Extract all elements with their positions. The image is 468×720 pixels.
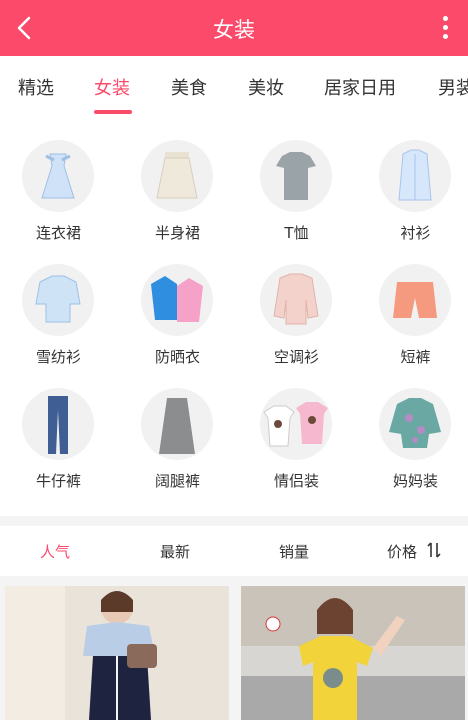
skirt-icon bbox=[141, 140, 213, 212]
sort-newest[interactable]: 最新 bbox=[160, 541, 190, 562]
category-label: 短裤 bbox=[400, 348, 431, 366]
couple-tshirts-icon bbox=[260, 388, 332, 460]
mom-blouse-icon bbox=[379, 388, 451, 460]
cardigan-icon bbox=[260, 264, 332, 336]
subcategory-grid: 连衣裙 半身裙 T恤 衬衫 雪纺衫 防晒衣 空调衫 短裤 牛仔裤 阔腿裤 情侣装… bbox=[0, 118, 468, 516]
category-tshirt[interactable]: T恤 bbox=[238, 118, 355, 242]
shirt-icon bbox=[379, 140, 451, 212]
product-list bbox=[0, 576, 468, 720]
product-card[interactable] bbox=[241, 586, 465, 720]
category-dress[interactable]: 连衣裙 bbox=[0, 118, 117, 242]
active-tab-indicator bbox=[94, 110, 132, 114]
more-vertical-icon[interactable] bbox=[440, 14, 450, 42]
category-tabs: 精选 女装 美食 美妆 居家日用 男装 bbox=[0, 56, 468, 118]
category-label: 雪纺衫 bbox=[35, 348, 81, 366]
category-label: 防晒衣 bbox=[154, 348, 200, 366]
top-bar: 女装 bbox=[0, 0, 468, 56]
tab-mens[interactable]: 男装 bbox=[438, 74, 468, 100]
product-image bbox=[241, 586, 465, 720]
tab-womens[interactable]: 女装 bbox=[94, 74, 130, 100]
category-skirt[interactable]: 半身裙 bbox=[119, 118, 236, 242]
category-chiffon[interactable]: 雪纺衫 bbox=[0, 242, 117, 366]
category-couple[interactable]: 情侣装 bbox=[238, 366, 355, 490]
sort-price[interactable]: 价格 bbox=[387, 541, 417, 562]
category-label: 牛仔裤 bbox=[35, 472, 81, 490]
sort-sales[interactable]: 销量 bbox=[279, 541, 309, 562]
category-shirt[interactable]: 衬衫 bbox=[357, 118, 468, 242]
category-jeans[interactable]: 牛仔裤 bbox=[0, 366, 117, 490]
category-label: 空调衫 bbox=[273, 348, 319, 366]
tab-beauty[interactable]: 美妆 bbox=[248, 74, 284, 100]
category-mom[interactable]: 妈妈装 bbox=[357, 366, 468, 490]
product-image bbox=[5, 586, 229, 720]
dress-icon bbox=[22, 140, 94, 212]
category-cardigan[interactable]: 空调衫 bbox=[238, 242, 355, 366]
jeans-icon bbox=[22, 388, 94, 460]
category-label: 阔腿裤 bbox=[154, 472, 200, 490]
category-shorts[interactable]: 短裤 bbox=[357, 242, 468, 366]
sort-bar: 人气 最新 销量 价格 bbox=[0, 526, 468, 576]
category-label: 衬衫 bbox=[400, 224, 431, 242]
chiffon-blouse-icon bbox=[22, 264, 94, 336]
category-sun-jacket[interactable]: 防晒衣 bbox=[119, 242, 236, 366]
tab-featured[interactable]: 精选 bbox=[18, 74, 54, 100]
tab-home[interactable]: 居家日用 bbox=[324, 74, 396, 100]
tab-food[interactable]: 美食 bbox=[171, 74, 207, 100]
category-label: 半身裙 bbox=[154, 224, 200, 242]
sun-protection-jacket-icon bbox=[141, 264, 213, 336]
category-label: 连衣裙 bbox=[35, 224, 81, 242]
page-title: 女装 bbox=[213, 18, 255, 42]
category-label: T恤 bbox=[284, 224, 309, 242]
product-card[interactable] bbox=[5, 586, 229, 720]
sort-arrows-icon[interactable] bbox=[425, 540, 443, 560]
sort-popularity[interactable]: 人气 bbox=[40, 541, 70, 562]
category-wide-leg[interactable]: 阔腿裤 bbox=[119, 366, 236, 490]
category-label: 妈妈装 bbox=[392, 472, 438, 490]
wide-leg-pants-icon bbox=[141, 388, 213, 460]
tshirt-icon bbox=[260, 140, 332, 212]
shorts-icon bbox=[379, 264, 451, 336]
category-label: 情侣装 bbox=[273, 472, 319, 490]
